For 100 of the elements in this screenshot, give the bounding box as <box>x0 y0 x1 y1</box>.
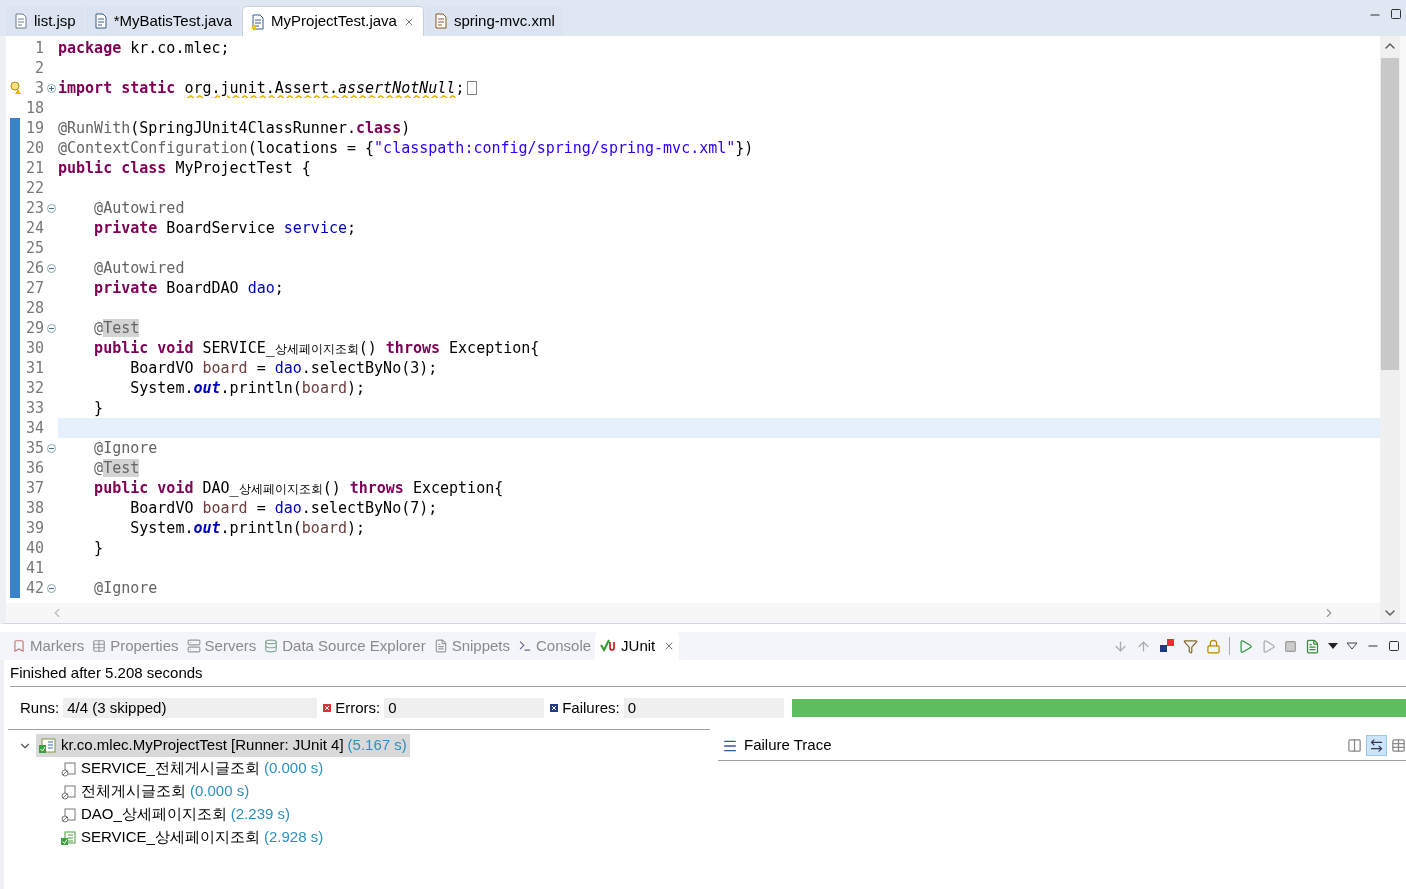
vertical-scrollbar[interactable] <box>1380 36 1400 623</box>
document-icon <box>433 639 448 653</box>
folded-code-icon[interactable] <box>467 81 478 95</box>
tree-item[interactable]: kr.co.mlec.MyProjectTest [Runner: JUnit 4] (5.167 s) <box>36 734 410 757</box>
editor-tab[interactable]: MyProjectTest.java <box>242 6 424 36</box>
collapse-fold-icon[interactable] <box>46 263 56 273</box>
code-line: System.out.println(board); <box>129 518 366 538</box>
test-skipped-icon <box>61 783 77 800</box>
code-line: } <box>93 538 104 558</box>
tree-item[interactable]: 전체게시글조회 (0.000 s) <box>58 780 253 803</box>
maximize-icon[interactable] <box>1388 640 1400 652</box>
junit-icon <box>599 639 618 653</box>
file-icon <box>433 13 448 29</box>
code-line: import static org.junit.Assert.assertNotNull; <box>58 78 465 98</box>
panel-title: Failure Trace <box>744 735 832 756</box>
code-line: public void SERVICE_상세페이지조회() throws Exception{ <box>93 337 540 359</box>
tree-item[interactable]: SERVICE_전체게시글조회 (0.000 s) <box>58 757 327 780</box>
test-skipped-icon <box>61 806 77 823</box>
line-number: 31 <box>24 358 44 378</box>
file-icon <box>14 13 28 29</box>
test-suite-icon <box>39 737 57 754</box>
server-icon <box>186 639 201 653</box>
code-line: public void DAO_상세페이지조회() throws Exception{ <box>93 477 504 499</box>
code-line: @Autowired <box>93 258 185 278</box>
code-line: @ContextConfiguration(locations = {"classpath:config/spring/spring-mvc.xml"}) <box>58 138 754 158</box>
database-icon <box>264 639 279 653</box>
line-number: 42 <box>24 578 44 598</box>
counter-value: 0 <box>384 698 545 718</box>
expand-fold-icon[interactable] <box>46 83 56 93</box>
line-number: 29 <box>24 318 44 338</box>
line-number: 39 <box>24 518 44 538</box>
tree-item[interactable]: DAO_상세페이지조회 (2.239 s) <box>58 803 294 826</box>
code-line: public class MyProjectTest { <box>58 158 311 178</box>
counter-value: 4/4 (3 skipped) <box>63 698 318 718</box>
collapse-fold-icon[interactable] <box>46 203 56 213</box>
editor-tab[interactable]: list.jsp <box>6 6 84 36</box>
failure-icon <box>550 704 559 712</box>
collapse-fold-icon[interactable] <box>46 583 56 593</box>
error-icon <box>323 704 332 712</box>
line-number: 26 <box>24 258 44 278</box>
code-line: package kr.co.mlec; <box>58 38 230 58</box>
code-line: BoardVO board = dao.selectByNo(7); <box>129 498 438 518</box>
console-icon <box>518 639 532 653</box>
line-number: 1 <box>33 38 44 58</box>
code-line: @RunWith(SpringJUnit4ClassRunner.class) <box>58 118 411 138</box>
file-icon <box>93 13 108 29</box>
code-line: @Ignore <box>93 438 158 458</box>
counter-label: Failures: <box>562 697 620 718</box>
filter-trace-button[interactable] <box>1366 735 1387 756</box>
maximize-icon[interactable] <box>1390 8 1402 20</box>
line-number: 25 <box>24 238 44 258</box>
line-number: 28 <box>24 298 44 318</box>
dropdown-icon[interactable] <box>1328 643 1338 649</box>
collapse-fold-icon[interactable] <box>46 323 56 333</box>
line-number: 21 <box>24 158 44 178</box>
editor-tab[interactable]: spring-mvc.xml <box>425 6 563 36</box>
filter-icon[interactable] <box>1183 638 1198 654</box>
view-menu-icon[interactable] <box>1346 642 1358 650</box>
code-line: @Ignore <box>93 578 158 598</box>
file-icon <box>251 13 266 30</box>
line-number: 20 <box>24 138 44 158</box>
line-number: 35 <box>24 438 44 458</box>
line-number: 27 <box>24 278 44 298</box>
line-number: 23 <box>24 198 44 218</box>
line-number: 36 <box>24 458 44 478</box>
counter-label: Errors: <box>335 697 381 718</box>
code-line: System.out.println(board); <box>129 378 366 398</box>
line-number: 40 <box>24 538 44 558</box>
code-line: private BoardDAO dao; <box>93 278 284 298</box>
test-passed-icon <box>61 829 77 846</box>
line-number: 24 <box>24 218 44 238</box>
line-number: 22 <box>24 178 44 198</box>
editor-tab[interactable]: *MyBatisTest.java <box>85 6 241 36</box>
failures-filter-icon[interactable] <box>1159 638 1175 654</box>
code-line: @Test <box>93 458 140 478</box>
code-line: } <box>93 398 104 418</box>
code-line: @Test <box>93 318 140 338</box>
stop-icon[interactable] <box>1284 639 1297 653</box>
line-number: 19 <box>24 118 44 138</box>
line-number: 38 <box>24 498 44 518</box>
view-tab[interactable]: JUnit <box>595 632 680 660</box>
test-skipped-icon <box>61 760 77 777</box>
rerun-icon[interactable] <box>1238 638 1253 654</box>
table-icon <box>92 639 107 653</box>
line-number: 34 <box>24 418 44 438</box>
marker-icon <box>12 639 26 653</box>
code-line: BoardVO board = dao.selectByNo(3); <box>129 358 438 378</box>
tree-item[interactable]: SERVICE_상세페이지조회 (2.928 s) <box>58 826 327 849</box>
counter-value: 0 <box>623 698 784 718</box>
line-number: 32 <box>24 378 44 398</box>
collapse-fold-icon[interactable] <box>46 443 56 453</box>
line-number: 30 <box>24 338 44 358</box>
line-number: 18 <box>24 98 44 118</box>
status-text: Finished after 5.208 seconds <box>9 663 204 683</box>
line-number: 37 <box>24 478 44 498</box>
counter-label: Runs: <box>20 697 60 718</box>
line-number: 3 <box>33 78 44 98</box>
lock-icon[interactable] <box>1206 638 1221 654</box>
line-number: 33 <box>24 398 44 418</box>
line-number: 41 <box>24 558 44 578</box>
